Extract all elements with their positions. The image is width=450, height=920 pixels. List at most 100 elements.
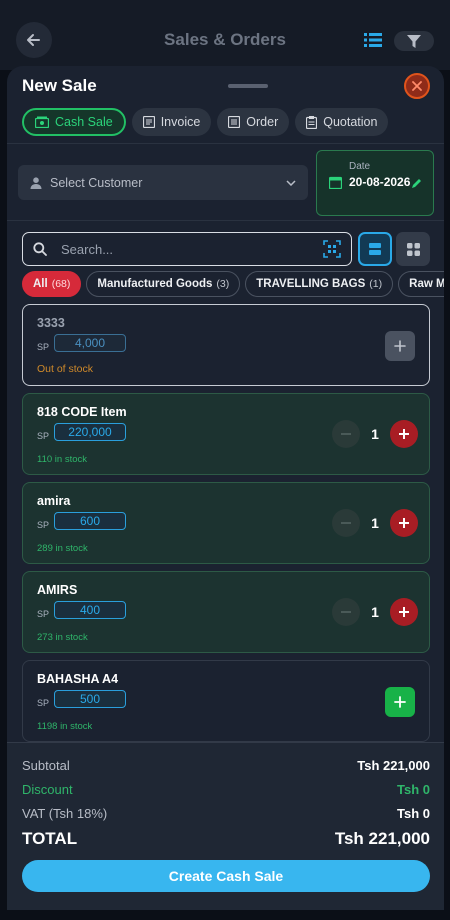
decrease-quantity-button[interactable]: [332, 598, 360, 626]
quantity-value: 1: [371, 604, 379, 620]
category-chips: All (68) Manufactured Goods (3) TRAVELLING…: [22, 271, 444, 297]
minus-icon: [341, 522, 351, 524]
barcode-scan-icon[interactable]: [323, 240, 341, 258]
price-field[interactable]: 500: [54, 690, 126, 708]
quantity-stepper: 1: [332, 420, 418, 448]
filter-icon: [407, 34, 421, 48]
vat-label: VAT (Tsh 18%): [22, 806, 108, 821]
price-field[interactable]: 220,000: [54, 423, 126, 441]
calendar-icon: [329, 176, 342, 189]
tab-label: Cash Sale: [55, 115, 113, 129]
product-name: amira: [37, 494, 71, 508]
close-button[interactable]: [404, 73, 430, 99]
total-label: TOTAL: [22, 829, 78, 848]
quantity-stepper: 1: [332, 598, 418, 626]
sp-label: SP: [37, 431, 50, 441]
category-chip-travelling-bags[interactable]: TRAVELLING BAGS (1): [245, 271, 394, 297]
filter-button[interactable]: [394, 31, 434, 51]
increase-quantity-button[interactable]: [390, 420, 418, 448]
tab-label: Order: [246, 115, 279, 129]
subtotal-label: Subtotal: [22, 758, 70, 773]
select-customer-dropdown[interactable]: Select Customer: [18, 165, 308, 200]
new-sale-sheet: New Sale Cash Sale Invoice Order Quotati…: [7, 66, 444, 910]
quantity-stepper: 1: [332, 509, 418, 537]
stock-count: 1198 in stock: [37, 721, 93, 732]
price-field[interactable]: 4,000: [54, 334, 126, 352]
stock-count: 273 in stock: [37, 632, 88, 643]
price-field[interactable]: 600: [54, 512, 126, 530]
pencil-icon[interactable]: [411, 178, 422, 189]
increase-quantity-button[interactable]: [390, 598, 418, 626]
product-card[interactable]: BAHASHA A4 SP 500 1198 in stock: [22, 660, 430, 742]
quotation-icon: [306, 115, 318, 129]
decrease-quantity-button[interactable]: [332, 509, 360, 537]
chip-count: (68): [51, 278, 71, 290]
tab-cash-sale[interactable]: Cash Sale: [22, 108, 126, 136]
add-to-cart-button[interactable]: [385, 331, 415, 361]
order-summary: Subtotal Tsh 221,000 Discount Tsh 0 VAT …: [7, 742, 444, 910]
search-input[interactable]: [61, 241, 291, 257]
product-name: 818 CODE Item: [37, 405, 127, 419]
chip-label: Manufactured Goods: [97, 278, 213, 290]
discount-value: Tsh 0: [397, 782, 430, 797]
create-cash-sale-button[interactable]: Create Cash Sale: [22, 860, 430, 892]
person-icon: [30, 176, 42, 189]
plus-icon: [399, 429, 409, 439]
tab-label: Invoice: [160, 115, 201, 129]
divider: [7, 143, 444, 144]
vat-value: Tsh 0: [397, 806, 430, 821]
list-view-icon[interactable]: [364, 33, 382, 52]
drag-handle[interactable]: [228, 84, 268, 88]
chip-label: TRAVELLING BAGS: [256, 278, 366, 290]
product-card[interactable]: 818 CODE Item SP 220,000 110 in stock 1: [22, 393, 430, 475]
product-name: BAHASHA A4: [37, 672, 119, 686]
sheet-title: New Sale: [22, 76, 97, 95]
plus-icon: [394, 696, 406, 708]
sp-label: SP: [37, 698, 50, 708]
increase-quantity-button[interactable]: [390, 509, 418, 537]
sp-label: SP: [37, 520, 50, 530]
tab-quotation[interactable]: Quotation: [295, 108, 389, 136]
vat-row: VAT (Tsh 18%) Tsh 0: [22, 806, 430, 821]
tab-invoice[interactable]: Invoice: [131, 108, 212, 136]
grid-view-button[interactable]: [396, 232, 430, 266]
sp-label: SP: [37, 342, 50, 352]
product-card[interactable]: amira SP 600 289 in stock 1: [22, 482, 430, 564]
category-chip-manufactured-goods[interactable]: Manufactured Goods (3): [86, 271, 241, 297]
price-field[interactable]: 400: [54, 601, 126, 619]
total-value: Tsh 221,000: [334, 829, 430, 848]
decrease-quantity-button[interactable]: [332, 420, 360, 448]
chip-count: (1): [369, 278, 383, 290]
subtotal-row: Subtotal Tsh 221,000: [22, 758, 430, 773]
list-view-button[interactable]: [358, 232, 392, 266]
stock-status: Out of stock: [37, 363, 94, 375]
category-chip-all[interactable]: All (68): [22, 271, 82, 297]
sp-label: SP: [37, 609, 50, 619]
category-chip-raw-materials[interactable]: Raw Mate: [398, 271, 444, 297]
sale-type-tabs: Cash Sale Invoice Order Quotation: [22, 108, 389, 136]
subtotal-value: Tsh 221,000: [357, 758, 430, 773]
plus-icon: [399, 607, 409, 617]
order-icon: [228, 116, 241, 128]
invoice-icon: [142, 116, 155, 128]
cash-icon: [35, 116, 49, 128]
tab-order[interactable]: Order: [217, 108, 290, 136]
minus-icon: [341, 433, 351, 435]
chip-count: (3): [216, 278, 230, 290]
discount-row[interactable]: Discount Tsh 0: [22, 782, 430, 797]
customer-placeholder: Select Customer: [50, 175, 143, 190]
page-title: Sales & Orders: [164, 30, 286, 49]
quantity-value: 1: [371, 426, 379, 442]
product-card[interactable]: AMIRS SP 400 273 in stock 1: [22, 571, 430, 653]
date-picker[interactable]: Date 20-08-2026: [316, 150, 434, 216]
list-icon: [369, 243, 381, 255]
divider: [7, 220, 444, 221]
chip-label: All: [33, 278, 48, 290]
product-card[interactable]: 3333 SP 4,000 Out of stock: [22, 304, 430, 386]
stock-count: 110 in stock: [37, 454, 87, 465]
date-value: 20-08-2026: [349, 175, 411, 189]
minus-icon: [341, 611, 351, 613]
search-icon: [33, 242, 47, 256]
product-name: AMIRS: [37, 583, 78, 597]
add-to-cart-button[interactable]: [385, 687, 415, 717]
